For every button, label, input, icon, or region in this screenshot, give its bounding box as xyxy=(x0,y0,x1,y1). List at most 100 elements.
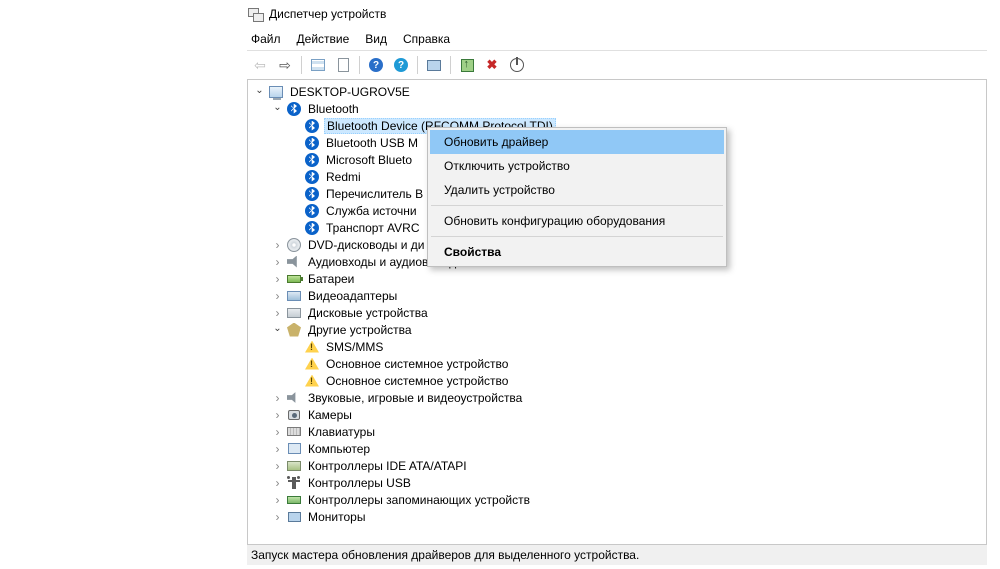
category-label[interactable]: Клавиатуры xyxy=(306,425,377,439)
toolbar-separator xyxy=(301,56,302,74)
category-label[interactable]: Bluetooth xyxy=(306,102,361,116)
expand-toggle[interactable] xyxy=(272,324,283,335)
ctx-disable-device[interactable]: Отключить устройство xyxy=(430,154,724,178)
ctx-update-driver[interactable]: Обновить драйвер xyxy=(430,130,724,154)
window-title: Диспетчер устройств xyxy=(269,7,386,21)
ctx-uninstall-device[interactable]: Удалить устройство xyxy=(430,178,724,202)
warning-icon xyxy=(304,339,320,355)
ctx-scan-hardware[interactable]: Обновить конфигурацию оборудования xyxy=(430,209,724,233)
expand-toggle[interactable] xyxy=(272,239,283,250)
category-computer[interactable]: Компьютер xyxy=(248,440,986,457)
keyboard-icon xyxy=(286,424,302,440)
titlebar: Диспетчер устройств xyxy=(247,4,987,28)
category-label[interactable]: Видеоадаптеры xyxy=(306,289,399,303)
category-usb[interactable]: Контроллеры USB xyxy=(248,474,986,491)
device-label[interactable]: Redmi xyxy=(324,170,363,184)
expand-toggle[interactable] xyxy=(272,409,283,420)
device-label[interactable]: Служба источни xyxy=(324,204,419,218)
bluetooth-icon xyxy=(304,220,320,236)
expand-toggle[interactable] xyxy=(272,290,283,301)
category-label[interactable]: Камеры xyxy=(306,408,354,422)
toolbar-separator xyxy=(359,56,360,74)
sound-icon xyxy=(286,390,302,406)
category-label[interactable]: Батареи xyxy=(306,272,356,286)
expand-toggle[interactable] xyxy=(272,256,283,267)
bluetooth-icon xyxy=(304,152,320,168)
device-label[interactable]: Microsoft Blueto xyxy=(324,153,414,167)
help-button[interactable]: ? xyxy=(365,54,387,76)
back-button[interactable]: ⇦ xyxy=(249,54,271,76)
category-label[interactable]: Дисковые устройства xyxy=(306,306,430,320)
device-label[interactable]: Bluetooth USB M xyxy=(324,136,420,150)
computer-icon xyxy=(286,441,302,457)
properties-button[interactable] xyxy=(332,54,354,76)
enable-device-button[interactable] xyxy=(506,54,528,76)
category-label[interactable]: Компьютер xyxy=(306,442,372,456)
root-label[interactable]: DESKTOP-UGROV5E xyxy=(288,85,412,99)
device-manager-icon xyxy=(247,6,263,22)
toolbar: ⇦ ⇨ ? ? ✖ xyxy=(247,50,987,80)
show-hide-tree-button[interactable] xyxy=(307,54,329,76)
ctx-properties[interactable]: Свойства xyxy=(430,240,724,264)
monitor-icon xyxy=(286,509,302,525)
category-label[interactable]: Контроллеры IDE ATA/ATAPI xyxy=(306,459,469,473)
category-label[interactable]: Другие устройства xyxy=(306,323,414,337)
battery-icon xyxy=(286,271,302,287)
bluetooth-icon xyxy=(304,135,320,151)
expand-toggle[interactable] xyxy=(272,511,283,522)
device-label[interactable]: Транспорт AVRC xyxy=(324,221,422,235)
storage-controller-icon xyxy=(286,492,302,508)
device-label[interactable]: Основное системное устройство xyxy=(324,374,510,388)
computer-icon xyxy=(268,84,284,100)
expand-toggle[interactable] xyxy=(272,273,283,284)
menubar: Файл Действие Вид Справка xyxy=(247,28,987,50)
expand-toggle[interactable] xyxy=(272,392,283,403)
forward-button[interactable]: ⇨ xyxy=(274,54,296,76)
tree-root[interactable]: DESKTOP-UGROV5E xyxy=(248,83,986,100)
expand-toggle[interactable] xyxy=(254,86,265,97)
device-label[interactable]: Основное системное устройство xyxy=(324,357,510,371)
uninstall-device-button[interactable]: ✖ xyxy=(481,54,503,76)
device-label[interactable]: SMS/MMS xyxy=(324,340,385,354)
category-disk[interactable]: Дисковые устройства xyxy=(248,304,986,321)
category-bluetooth[interactable]: Bluetooth xyxy=(248,100,986,117)
category-label[interactable]: DVD-дисководы и ди xyxy=(306,238,426,252)
menu-action[interactable]: Действие xyxy=(297,32,350,46)
category-monitors[interactable]: Мониторы xyxy=(248,508,986,525)
expand-toggle[interactable] xyxy=(272,494,283,505)
device-item[interactable]: Основное системное устройство xyxy=(248,372,986,389)
warning-icon xyxy=(304,356,320,372)
category-label[interactable]: Контроллеры запоминающих устройств xyxy=(306,493,532,507)
help-topics-button[interactable]: ? xyxy=(390,54,412,76)
device-label[interactable]: Перечислитель B xyxy=(324,187,425,201)
expand-toggle[interactable] xyxy=(272,443,283,454)
category-video[interactable]: Видеоадаптеры xyxy=(248,287,986,304)
category-label[interactable]: Контроллеры USB xyxy=(306,476,413,490)
category-cameras[interactable]: Камеры xyxy=(248,406,986,423)
expand-toggle[interactable] xyxy=(272,477,283,488)
category-storage-controllers[interactable]: Контроллеры запоминающих устройств xyxy=(248,491,986,508)
expand-toggle[interactable] xyxy=(272,103,283,114)
expand-toggle[interactable] xyxy=(272,460,283,471)
camera-icon xyxy=(286,407,302,423)
category-sound[interactable]: Звуковые, игровые и видеоустройства xyxy=(248,389,986,406)
device-manager-window: Диспетчер устройств Файл Действие Вид Сп… xyxy=(247,4,987,550)
statusbar: Запуск мастера обновления драйверов для … xyxy=(247,544,987,565)
category-other[interactable]: Другие устройства xyxy=(248,321,986,338)
category-label[interactable]: Мониторы xyxy=(306,510,367,524)
scan-hardware-button[interactable] xyxy=(423,54,445,76)
bluetooth-icon xyxy=(286,101,302,117)
category-keyboards[interactable]: Клавиатуры xyxy=(248,423,986,440)
menu-file[interactable]: Файл xyxy=(251,32,281,46)
category-batteries[interactable]: Батареи xyxy=(248,270,986,287)
device-item[interactable]: Основное системное устройство xyxy=(248,355,986,372)
ctx-separator xyxy=(431,205,723,206)
menu-help[interactable]: Справка xyxy=(403,32,450,46)
expand-toggle[interactable] xyxy=(272,426,283,437)
category-label[interactable]: Звуковые, игровые и видеоустройства xyxy=(306,391,524,405)
device-item[interactable]: SMS/MMS xyxy=(248,338,986,355)
category-ide[interactable]: Контроллеры IDE ATA/ATAPI xyxy=(248,457,986,474)
expand-toggle[interactable] xyxy=(272,307,283,318)
update-driver-button[interactable] xyxy=(456,54,478,76)
menu-view[interactable]: Вид xyxy=(365,32,387,46)
